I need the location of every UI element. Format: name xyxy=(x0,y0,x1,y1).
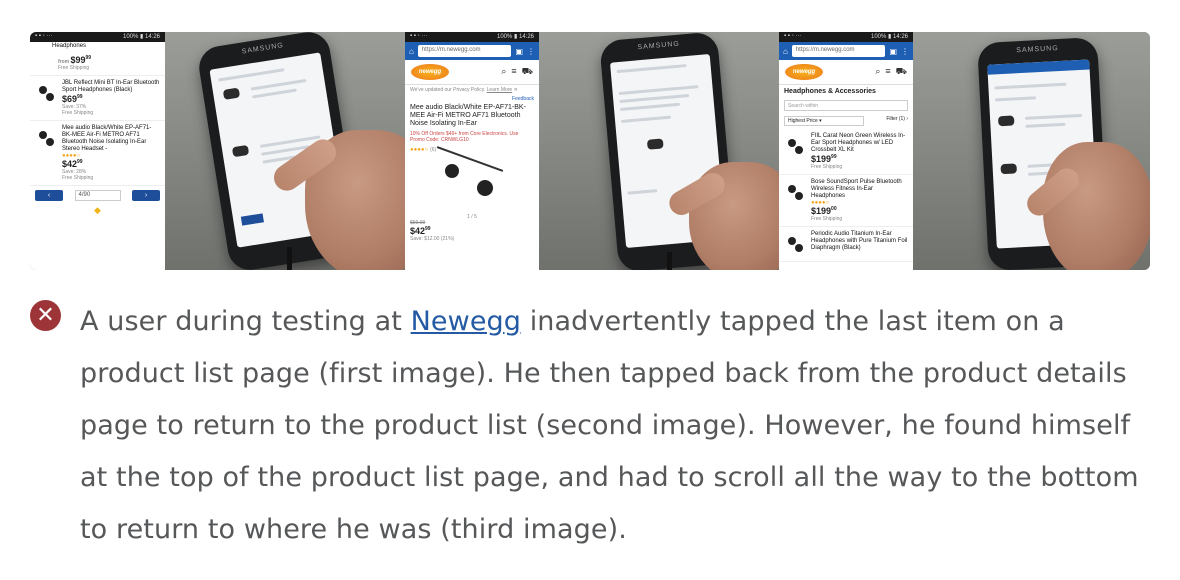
phone-photo-1: SAMSUNG xyxy=(165,32,405,270)
headphones-image xyxy=(35,125,57,151)
promo-text: 10% Off Orders $49+ from Core Electronic… xyxy=(410,131,519,143)
headphones-image xyxy=(35,80,57,106)
status-bar: ▪ ▪ ◦ ··· 100% ▮ 14:26 xyxy=(30,32,165,42)
list-item[interactable]: Bose SoundSport Pulse Bluetooth Wireless… xyxy=(779,175,913,227)
privacy-notice: We've updated our Privacy Policy. Learn … xyxy=(410,87,518,93)
site-header: newegg ⌕ ≡ ⛟ xyxy=(779,60,913,85)
home-icon[interactable]: ⌂ xyxy=(783,47,788,56)
home-icon[interactable]: ⌂ xyxy=(409,47,414,56)
search-within-input[interactable]: Search within xyxy=(784,100,908,111)
site-header: newegg ⌕ ≡ ⛟ xyxy=(405,60,539,85)
list-item[interactable]: Mee audio Black/White EP-AF71-BK-MEE Air… xyxy=(30,121,165,186)
status-bar: ▪ ▪ ◦ ··· 100% ▮ 14:26 xyxy=(405,32,539,42)
tabs-icon[interactable]: ▣ xyxy=(515,47,523,56)
newegg-link[interactable]: Newegg xyxy=(411,306,521,337)
caption: ✕ A user during testing at Newegg inadve… xyxy=(30,296,1160,556)
sort-select[interactable]: Highest Price ▾ xyxy=(784,116,864,126)
feedback-link[interactable]: Feedback xyxy=(405,95,539,103)
list-item[interactable]: from $9999 Free Shipping xyxy=(30,51,165,76)
product-details-screenshot: ▪ ▪ ◦ ··· 100% ▮ 14:26 ⌂ https://m.newegg… xyxy=(405,32,539,270)
hamburger-icon[interactable]: ≡ xyxy=(885,66,890,78)
product-list-screenshot: ▪ ▪ ◦ ··· 100% ▮ 14:26 Headphones from $9… xyxy=(30,32,165,270)
next-page-button[interactable]: › xyxy=(132,190,160,201)
url-field[interactable]: https://m.newegg.com xyxy=(791,45,886,57)
pointer-icon: ◆ xyxy=(94,205,101,215)
cart-icon[interactable]: ⛟ xyxy=(522,66,533,78)
list-item[interactable]: Periodic Audio Titanium In-Ear Headphone… xyxy=(779,227,913,262)
page-select[interactable]: 4/90 xyxy=(74,190,121,201)
headphones-image xyxy=(784,231,806,257)
browser-bar: ⌂ https://m.newegg.com ▣ ⋮ xyxy=(779,42,913,60)
menu-icon[interactable]: ⋮ xyxy=(527,47,535,56)
list-item[interactable]: FIIL Carat Neon Green Wireless In-Ear Sp… xyxy=(779,129,913,175)
phone-photo-3: SAMSUNG xyxy=(913,32,1150,270)
cart-icon[interactable]: ⛟ xyxy=(896,66,907,78)
browser-bar: ⌂ https://m.newegg.com ▣ ⋮ xyxy=(405,42,539,60)
screenshot-strip: ▪ ▪ ◦ ··· 100% ▮ 14:26 Headphones from $9… xyxy=(30,32,1150,270)
tabs-icon[interactable]: ▣ xyxy=(889,47,897,56)
url-field[interactable]: https://m.newegg.com xyxy=(417,45,512,57)
headphones-image xyxy=(784,179,806,205)
product-title: Mee audio Black/White EP-AF71-BK-MEE Air… xyxy=(410,104,526,127)
list-item[interactable]: JBL Reflect Mini BT In-Ear Bluetooth Spo… xyxy=(30,76,165,121)
newegg-logo[interactable]: newegg xyxy=(785,64,823,80)
product-list-top-screenshot: ▪ ▪ ◦ ··· 100% ▮ 14:26 ⌂ https://m.newegg… xyxy=(779,32,913,270)
close-icon: ✕ xyxy=(30,300,61,331)
hamburger-icon[interactable]: ≡ xyxy=(511,66,516,78)
menu-icon[interactable]: ⋮ xyxy=(901,47,909,56)
search-icon[interactable]: ⌕ xyxy=(875,66,880,78)
newegg-logo[interactable]: newegg xyxy=(411,64,449,80)
filter-button[interactable]: Filter (1) › xyxy=(886,116,908,126)
search-icon[interactable]: ⌕ xyxy=(501,66,506,78)
caption-text: A user during testing at Newegg inadvert… xyxy=(80,306,1139,545)
hand xyxy=(1043,142,1150,270)
headphones-image xyxy=(784,133,806,159)
rating-stars: ●●●●○ xyxy=(410,147,429,153)
status-bar: ▪ ▪ ◦ ··· 100% ▮ 14:26 xyxy=(779,32,913,42)
partial-item-title: Headphones xyxy=(52,43,87,49)
section-title: Headphones & Accessories xyxy=(784,88,876,95)
product-image xyxy=(405,146,539,214)
phone-photo-2: SAMSUNG xyxy=(539,32,779,270)
prev-page-button[interactable]: ‹ xyxy=(35,190,63,201)
pagination: ‹ 4/90 › xyxy=(30,186,165,205)
